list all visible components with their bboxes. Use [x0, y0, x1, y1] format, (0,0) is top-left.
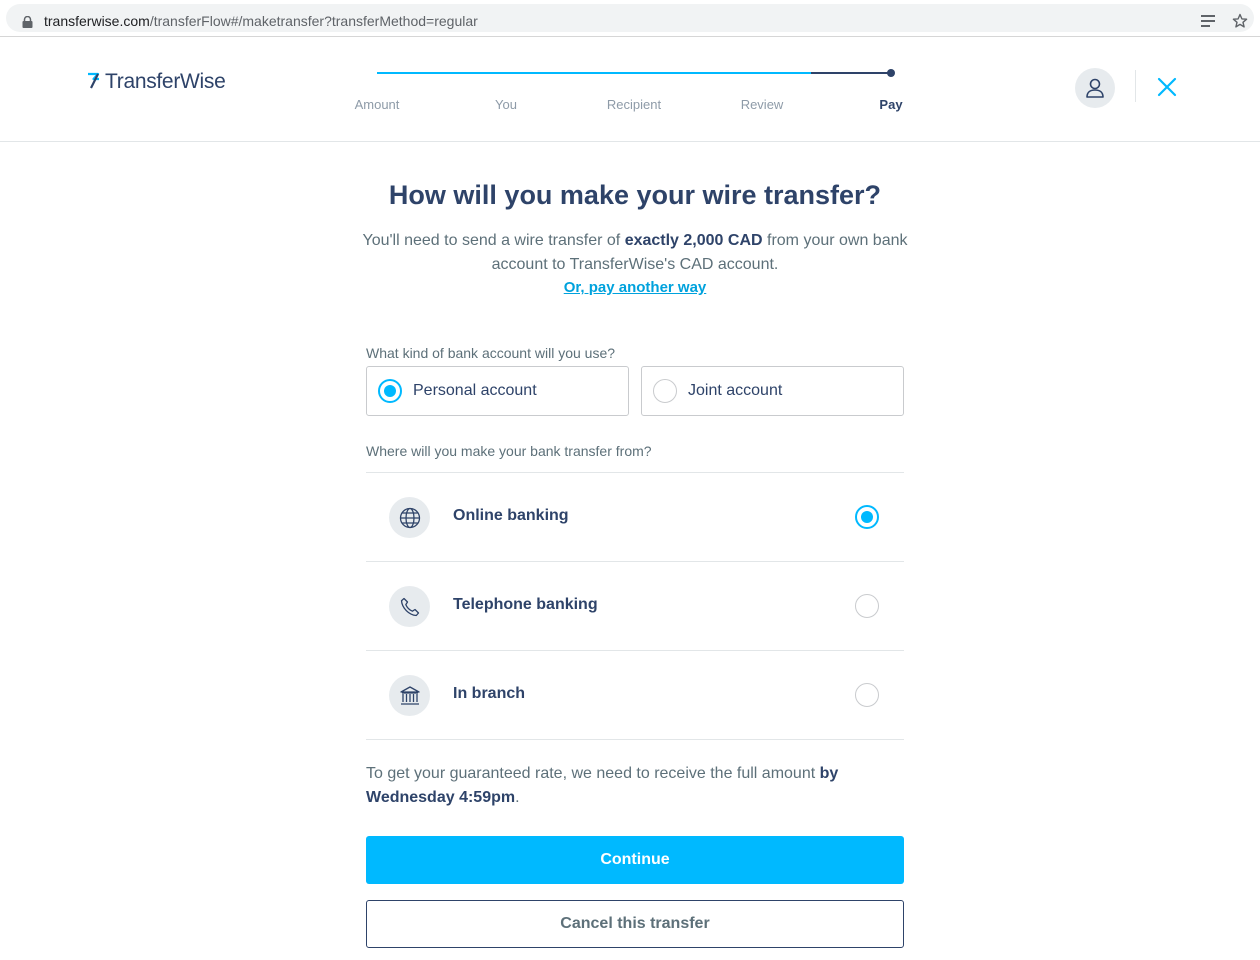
- transferwise-logo[interactable]: TransferWise: [86, 70, 226, 94]
- method-label: Telephone banking: [453, 596, 598, 613]
- step-you: You: [495, 97, 517, 112]
- user-icon: [1086, 78, 1104, 98]
- in-branch-radio[interactable]: [855, 683, 879, 707]
- method-in-branch[interactable]: In branch: [366, 651, 904, 740]
- deadline-part2: .: [515, 789, 520, 806]
- personal-account-option[interactable]: Personal account: [366, 366, 629, 416]
- url-host: transferwise.com: [44, 13, 150, 29]
- flow-header: TransferWise Amount You Recipient Review…: [0, 37, 1260, 142]
- browser-address-bar: transferwise.com/transferFlow#/maketrans…: [0, 0, 1260, 37]
- transfer-amount: exactly 2,000 CAD: [624, 232, 763, 249]
- progress-stepper: Amount You Recipient Review Pay: [347, 62, 907, 122]
- url-field[interactable]: transferwise.com/transferFlow#/maketrans…: [6, 4, 1254, 32]
- reader-mode-icon[interactable]: [1201, 14, 1215, 28]
- phone-icon: [400, 597, 419, 616]
- method-online-banking[interactable]: Online banking: [366, 473, 904, 562]
- profile-button[interactable]: [1075, 68, 1115, 108]
- method-icon-circle: [389, 586, 430, 627]
- method-icon-circle: [389, 675, 430, 716]
- pay-other-wrapper: Or, pay another way: [366, 279, 904, 297]
- method-label: Online banking: [453, 507, 569, 524]
- online-banking-radio[interactable]: [855, 505, 879, 529]
- cancel-transfer-button[interactable]: Cancel this transfer: [366, 900, 904, 948]
- telephone-banking-radio[interactable]: [855, 594, 879, 618]
- rate-deadline-text: To get your guaranteed rate, we need to …: [366, 762, 904, 810]
- stepper-track-current: [811, 72, 891, 74]
- joint-account-option[interactable]: Joint account: [641, 366, 904, 416]
- method-label: In branch: [453, 685, 526, 702]
- step-recipient: Recipient: [606, 97, 662, 112]
- logo-flag-icon: [88, 72, 100, 89]
- joint-account-radio[interactable]: [653, 379, 677, 403]
- globe-icon: [399, 507, 420, 528]
- star-icon[interactable]: [1232, 13, 1248, 29]
- continue-button[interactable]: Continue: [366, 836, 904, 884]
- close-icon[interactable]: [1155, 75, 1179, 99]
- personal-account-radio[interactable]: [378, 379, 402, 403]
- transfer-source-question: Where will you make your bank transfer f…: [366, 443, 652, 459]
- stepper-current-dot: [887, 69, 895, 77]
- method-icon-circle: [389, 497, 430, 538]
- deadline-part1: To get your guaranteed rate, we need to …: [366, 765, 820, 782]
- url-text[interactable]: transferwise.com/transferFlow#/maketrans…: [44, 13, 478, 29]
- step-amount: Amount: [354, 97, 400, 112]
- intro-text: You'll need to send a wire transfer of e…: [356, 229, 914, 277]
- lock-icon: [22, 16, 33, 28]
- intro-part1: You'll need to send a wire transfer of: [362, 232, 625, 249]
- account-type-question: What kind of bank account will you use?: [366, 345, 616, 361]
- page-title: How will you make your wire transfer?: [388, 180, 882, 210]
- joint-account-label: Joint account: [688, 382, 783, 399]
- pay-another-way-link[interactable]: Or, pay another way: [564, 279, 707, 296]
- transfer-method-list: Online banking Telephone banking In bran…: [366, 472, 904, 740]
- step-review: Review: [740, 97, 784, 112]
- method-telephone-banking[interactable]: Telephone banking: [366, 562, 904, 651]
- step-pay: Pay: [879, 97, 903, 112]
- header-divider: [1135, 70, 1136, 102]
- url-path: /transferFlow#/maketransfer?transferMeth…: [149, 13, 478, 29]
- logo-text: TransferWise: [105, 70, 226, 93]
- personal-account-label: Personal account: [413, 382, 537, 399]
- bank-building-icon: [399, 685, 420, 705]
